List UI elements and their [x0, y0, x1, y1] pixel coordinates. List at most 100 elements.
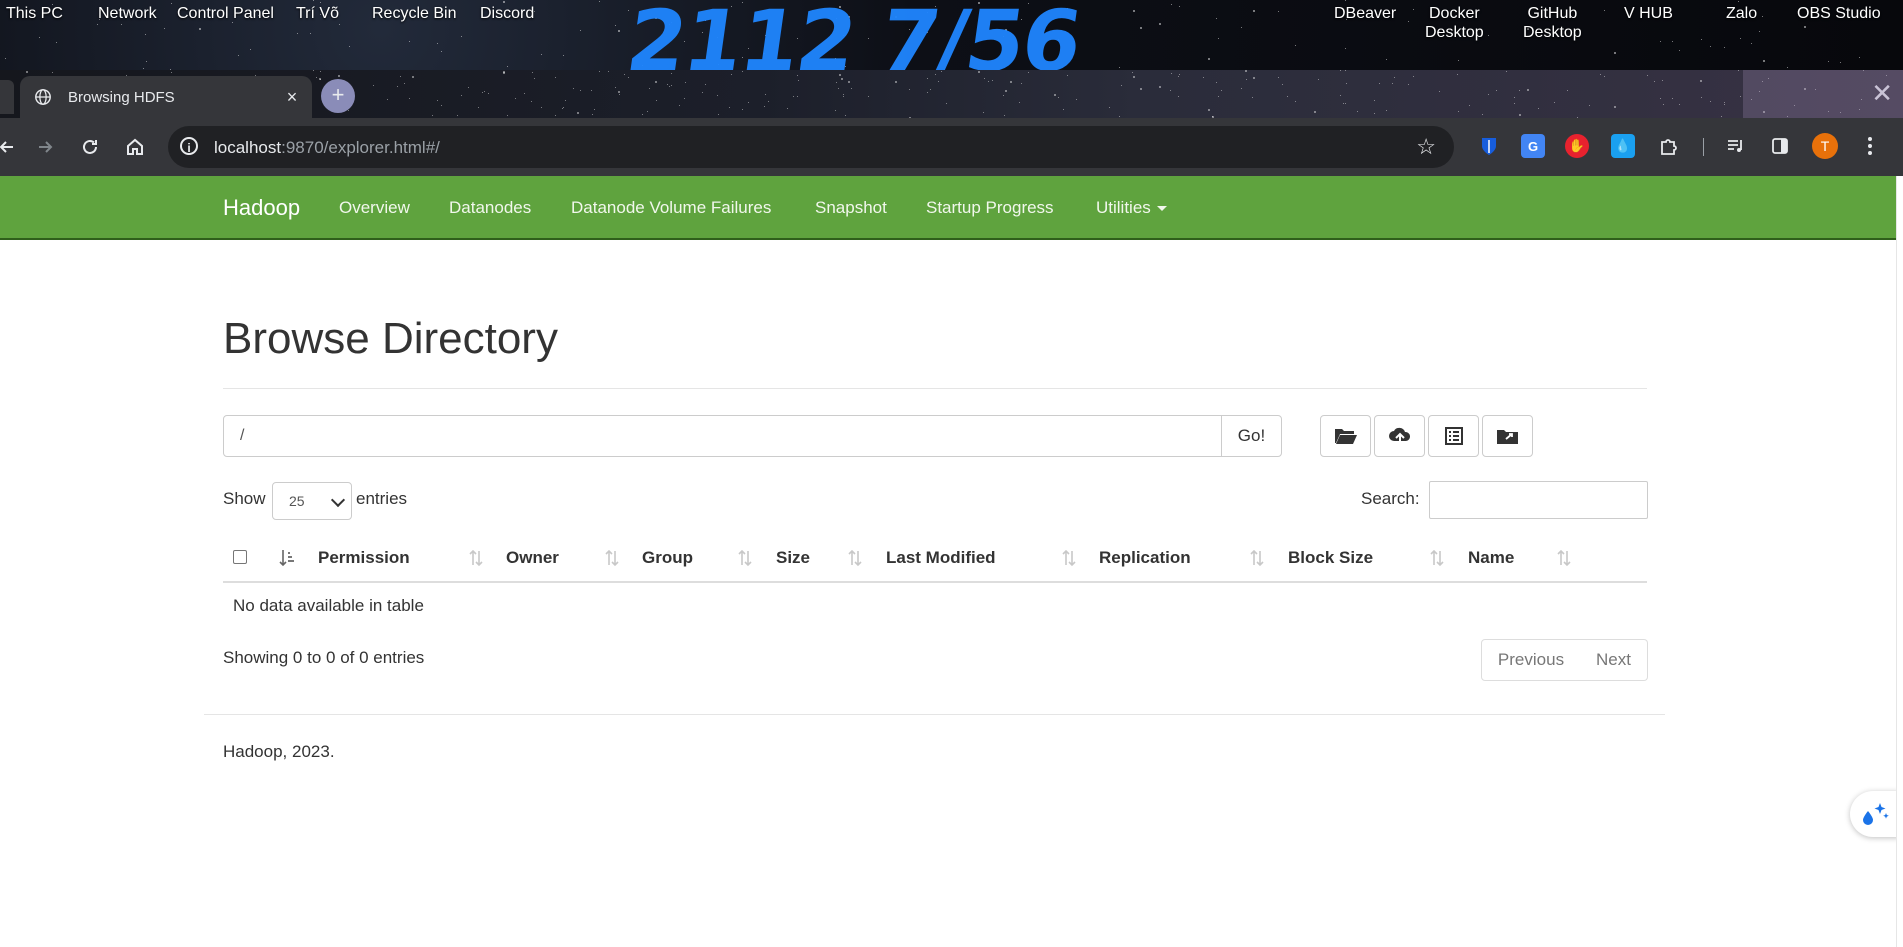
star-decoration — [1345, 103, 1346, 104]
nav-datanodes[interactable]: Datanodes — [449, 198, 531, 218]
sort-both-icon[interactable] — [1556, 548, 1572, 568]
drop-icon[interactable]: 💧 — [1611, 134, 1635, 158]
star-decoration — [1133, 10, 1135, 12]
back-button[interactable] — [0, 132, 22, 162]
scrollbar-track[interactable] — [1896, 176, 1903, 947]
star-decoration — [1679, 50, 1680, 51]
star-decoration — [798, 80, 799, 81]
close-icon[interactable]: × — [280, 87, 304, 108]
star-decoration — [909, 89, 910, 90]
desktop-icon-label: DBeaver — [1334, 5, 1397, 22]
star-decoration — [171, 72, 172, 73]
star-decoration — [1614, 106, 1616, 108]
select-all-checkbox[interactable] — [233, 550, 247, 564]
nav-snapshot[interactable]: Snapshot — [815, 198, 887, 218]
create-directory-button[interactable] — [1320, 415, 1371, 457]
home-button[interactable] — [120, 132, 150, 162]
star-decoration — [1701, 39, 1702, 40]
nav-utilities-dropdown[interactable]: Utilities — [1096, 198, 1167, 218]
desktop-icon-zalo[interactable]: Zalo — [1726, 4, 1757, 23]
forward-button[interactable] — [30, 132, 60, 162]
search-input[interactable] — [1429, 481, 1648, 519]
address-bar[interactable]: i localhost:9870/explorer.html#/ ☆ — [168, 126, 1454, 168]
sort-both-icon[interactable] — [1249, 548, 1265, 568]
star-decoration — [667, 84, 668, 85]
column-block-size[interactable]: Block Size — [1288, 548, 1373, 568]
column-size[interactable]: Size — [776, 548, 810, 568]
desktop-icon-obs[interactable]: OBS Studio — [1797, 4, 1881, 23]
extensions-icon[interactable] — [1656, 134, 1680, 158]
sort-both-icon[interactable] — [1429, 548, 1445, 568]
bookmark-star-icon[interactable]: ☆ — [1416, 134, 1436, 160]
column-replication[interactable]: Replication — [1099, 548, 1191, 568]
column-name[interactable]: Name — [1468, 548, 1514, 568]
home-icon — [127, 138, 143, 155]
upload-button[interactable] — [1374, 415, 1425, 457]
bitwarden-icon[interactable] — [1477, 134, 1501, 158]
star-decoration — [1218, 38, 1219, 39]
sort-both-icon[interactable] — [1061, 548, 1077, 568]
floating-assistant-button[interactable] — [1850, 791, 1897, 837]
desktop-icon-label: Zalo — [1726, 5, 1758, 22]
column-owner[interactable]: Owner — [506, 548, 559, 568]
adblock-icon[interactable]: ✋ — [1565, 134, 1589, 158]
desktop-icon-this-pc[interactable]: This PC — [6, 4, 63, 23]
tab-browsing-hdfs[interactable]: Browsing HDFS × — [20, 76, 312, 118]
column-permission[interactable]: Permission — [318, 548, 410, 568]
footer-text: Hadoop, 2023. — [223, 742, 335, 761]
url-text[interactable]: localhost:9870/explorer.html#/ — [214, 138, 440, 158]
navbar-brand[interactable]: Hadoop — [223, 195, 300, 221]
google-translate-icon[interactable]: G — [1521, 134, 1545, 158]
star-decoration — [946, 103, 947, 104]
entries-per-page-select[interactable]: 25 — [272, 482, 352, 520]
url-path: :9870/explorer.html#/ — [281, 138, 440, 157]
nav-utilities-label: Utilities — [1096, 198, 1151, 217]
nav-volume-failures[interactable]: Datanode Volume Failures — [571, 198, 771, 218]
show-label: Show — [223, 489, 266, 508]
star-decoration — [1345, 0, 1346, 1]
star-decoration — [1005, 90, 1007, 92]
star-decoration — [1179, 6, 1180, 7]
media-control-icon[interactable] — [1724, 134, 1748, 158]
desktop-icon-control-panel[interactable]: Control Panel — [177, 4, 274, 23]
desktop-icon-discord[interactable]: Discord — [480, 4, 534, 23]
star-decoration — [717, 95, 718, 96]
cut-paste-button[interactable] — [1428, 415, 1479, 457]
nav-startup-progress[interactable]: Startup Progress — [926, 198, 1054, 218]
window-close-icon[interactable]: ✕ — [1871, 78, 1893, 109]
move-button[interactable] — [1482, 415, 1533, 457]
star-decoration — [1282, 84, 1283, 85]
column-last-modified[interactable]: Last Modified — [886, 548, 996, 568]
desktop-icon-user[interactable]: Trí Võ — [296, 4, 339, 23]
sort-both-icon[interactable] — [847, 548, 863, 568]
sort-both-icon[interactable] — [737, 548, 753, 568]
desktop-icon-network[interactable]: Network — [98, 4, 157, 23]
desktop-icon-vhub[interactable]: V HUB — [1624, 4, 1673, 23]
column-group[interactable]: Group — [642, 548, 693, 568]
nav-overview[interactable]: Overview — [339, 198, 410, 218]
reload-button[interactable] — [75, 132, 105, 162]
star-decoration — [1357, 111, 1358, 112]
profile-avatar[interactable]: T — [1812, 133, 1838, 159]
cloud-upload-icon — [1388, 427, 1410, 444]
sort-both-icon[interactable] — [468, 548, 484, 568]
menu-kebab-icon[interactable] — [1858, 134, 1882, 158]
sort-both-icon[interactable] — [604, 548, 620, 568]
desktop-icon-docker[interactable]: Docker Desktop — [1425, 4, 1484, 42]
tab-search-stub[interactable] — [0, 80, 14, 114]
go-button[interactable]: Go! — [1221, 415, 1282, 457]
new-tab-button[interactable]: + — [321, 79, 355, 113]
previous-button[interactable]: Previous — [1481, 639, 1581, 681]
desktop-icon-github[interactable]: GitHub Desktop — [1523, 4, 1582, 42]
star-decoration — [1439, 91, 1440, 92]
desktop-icon-recycle-bin[interactable]: Recycle Bin — [372, 4, 456, 23]
sort-asc-icon[interactable] — [279, 548, 295, 568]
star-decoration — [515, 98, 516, 99]
star-decoration — [1724, 102, 1725, 103]
site-info-icon[interactable]: i — [180, 137, 198, 155]
star-decoration — [1724, 104, 1725, 105]
desktop-icon-dbeaver[interactable]: DBeaver — [1334, 4, 1396, 23]
side-panel-icon[interactable] — [1768, 134, 1792, 158]
next-button[interactable]: Next — [1580, 639, 1648, 681]
directory-path-input[interactable]: / — [223, 415, 1222, 457]
